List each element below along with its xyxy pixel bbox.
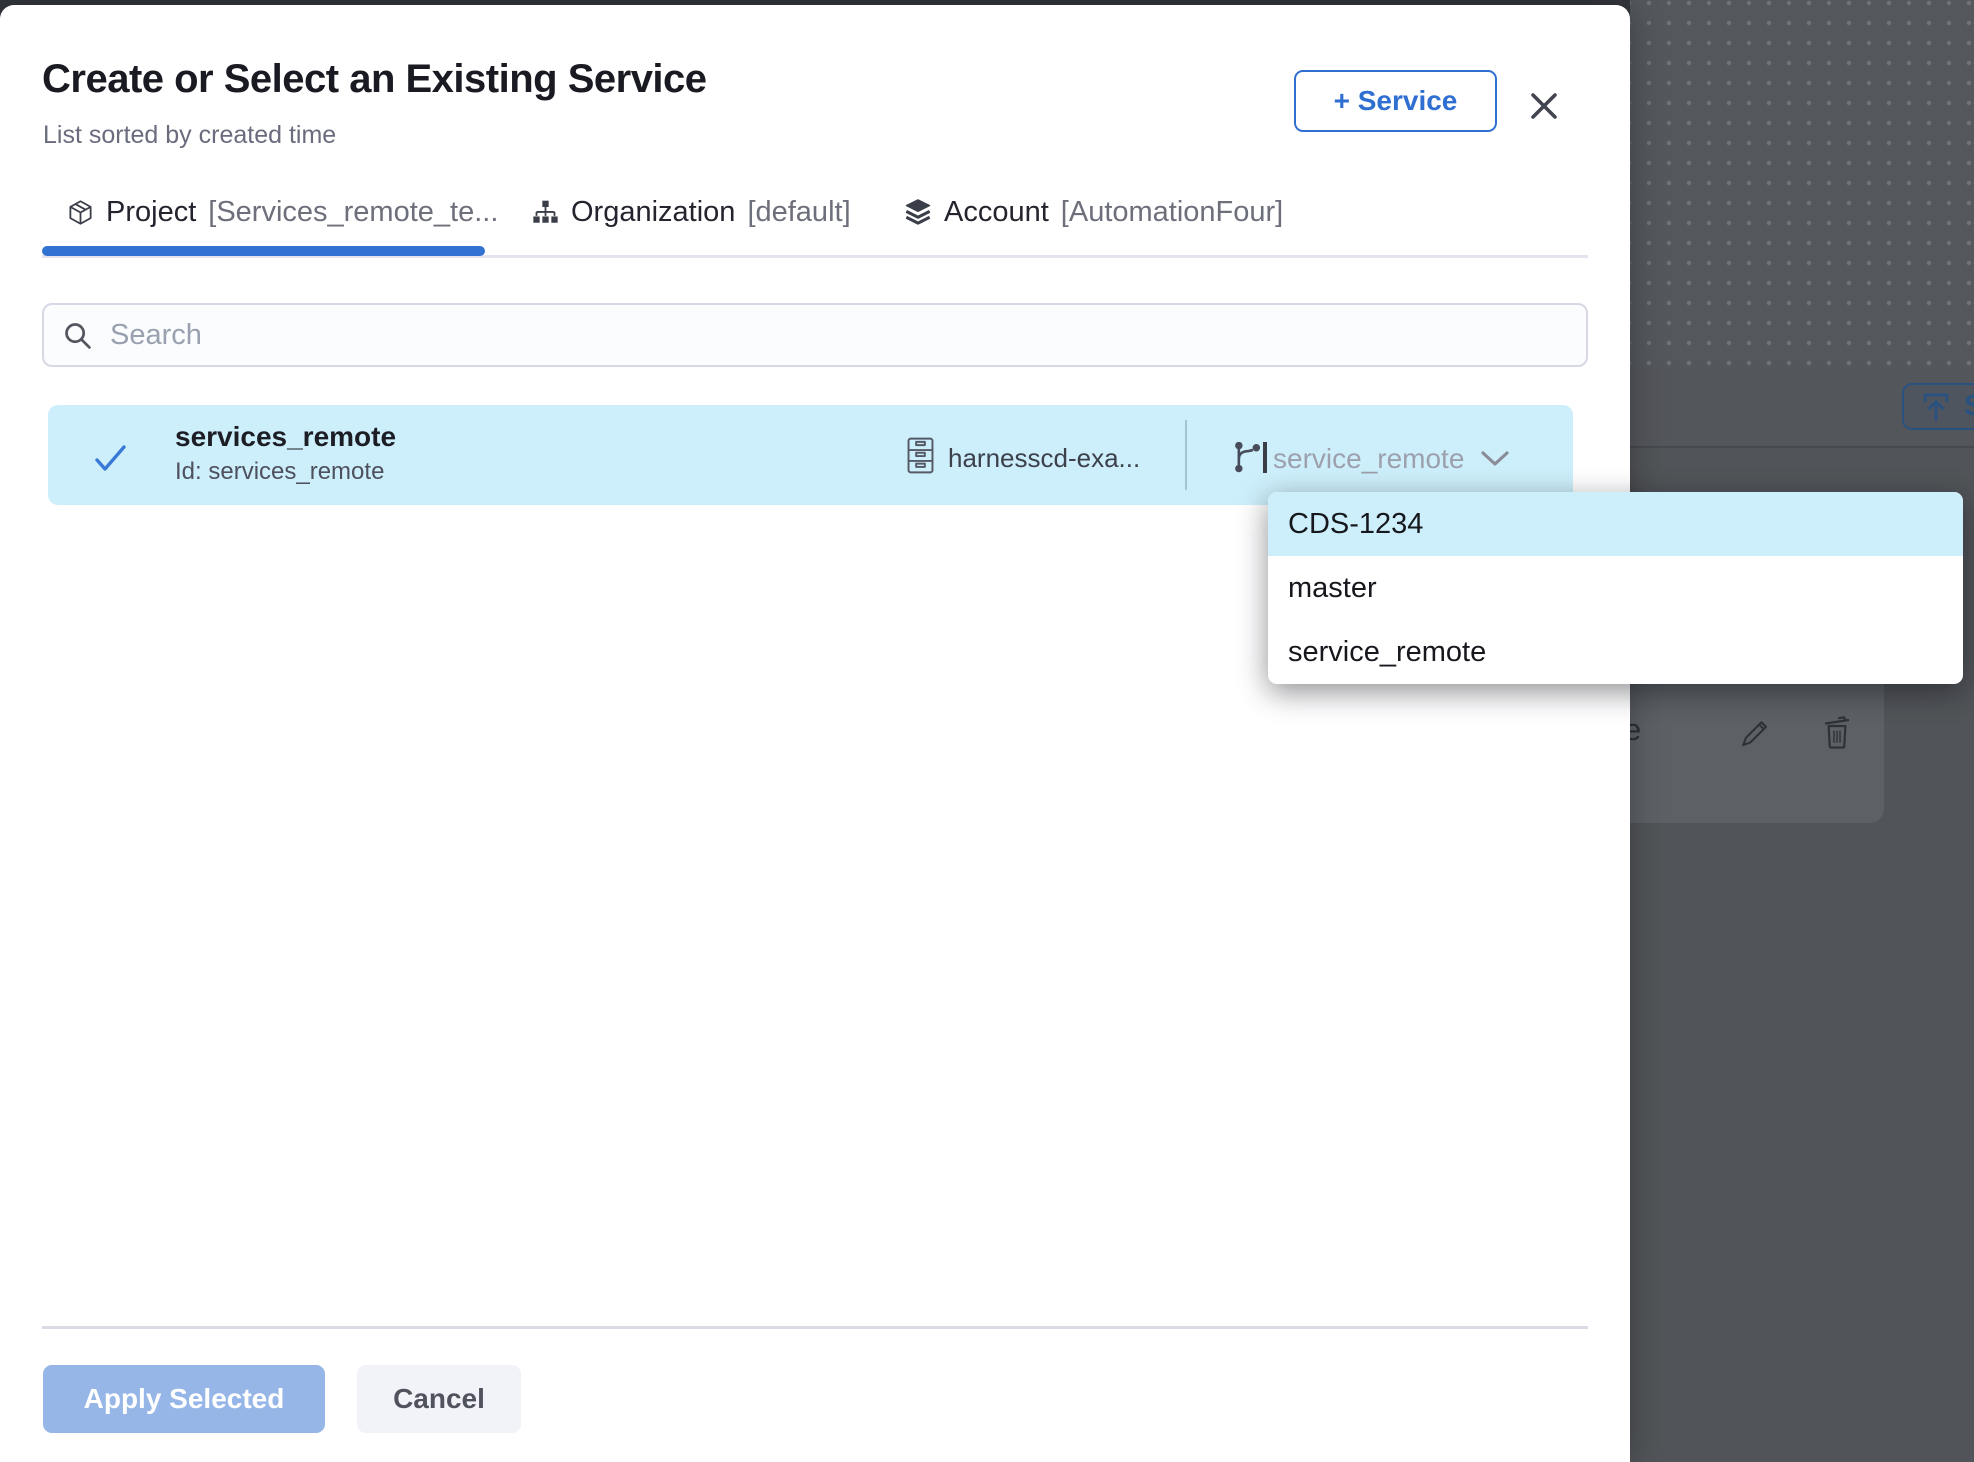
modal-title: Create or Select an Existing Service	[42, 57, 707, 102]
search-input[interactable]: Search	[42, 303, 1588, 367]
text-caret	[1263, 442, 1267, 473]
cancel-label: Cancel	[393, 1383, 485, 1414]
cube-icon	[67, 199, 94, 226]
row-divider	[1185, 420, 1187, 490]
active-tab-underline	[42, 246, 485, 256]
branch-option-cds-1234[interactable]: CDS-1234	[1268, 492, 1963, 556]
save-button-label: S	[1964, 390, 1974, 423]
delete-trash-icon[interactable]	[1820, 714, 1854, 750]
tab-account[interactable]: Account [AutomationFour]	[904, 186, 1283, 238]
close-button[interactable]	[1521, 83, 1567, 129]
add-service-button-label: + Service	[1334, 85, 1458, 117]
apply-selected-button[interactable]: Apply Selected	[43, 1365, 325, 1433]
service-id: Id: services_remote	[175, 458, 384, 486]
tab-project[interactable]: Project [Services_remote_te...	[67, 186, 498, 238]
tab-account-label: Account	[944, 196, 1049, 229]
layers-icon	[904, 198, 932, 226]
service-row-services-remote[interactable]: services_remote Id: services_remote harn…	[48, 405, 1573, 505]
tab-organization-scope: [default]	[747, 196, 850, 229]
save-button[interactable]: S	[1902, 383, 1974, 430]
tab-organization-label: Organization	[571, 196, 735, 229]
service-name: services_remote	[175, 421, 396, 453]
git-branch-icon	[1231, 439, 1262, 474]
cancel-button[interactable]: Cancel	[357, 1365, 521, 1433]
modal-subtitle: List sorted by created time	[43, 121, 336, 150]
repository-name: harnesscd-exa...	[948, 443, 1140, 474]
branch-option-service-remote[interactable]: service_remote	[1268, 620, 1963, 684]
selected-check-icon	[94, 444, 127, 473]
background-card-text: e	[1630, 712, 1641, 748]
repository-icon	[906, 437, 935, 474]
org-chart-icon	[532, 199, 559, 226]
apply-selected-label: Apply Selected	[84, 1383, 285, 1414]
branch-select-value[interactable]: service_remote	[1273, 443, 1464, 475]
background-canvas: S e	[1630, 0, 1974, 1462]
canvas-toolbar: S	[1630, 367, 1974, 448]
tab-project-label: Project	[106, 196, 196, 229]
footer-divider	[42, 1326, 1588, 1329]
search-icon	[62, 320, 93, 351]
edit-pencil-icon[interactable]	[1738, 716, 1770, 748]
close-icon	[1527, 89, 1561, 123]
branch-dropdown-menu: CDS-1234 master service_remote	[1268, 492, 1963, 684]
add-service-button[interactable]: + Service	[1294, 70, 1497, 132]
chevron-down-icon[interactable]	[1480, 450, 1510, 468]
branch-option-master[interactable]: master	[1268, 556, 1963, 620]
canvas-dot-grid	[1630, 0, 1974, 367]
scope-tabs: Project [Services_remote_te... Organizat…	[0, 186, 1630, 262]
tab-project-scope: [Services_remote_te...	[208, 196, 498, 229]
upload-icon	[1920, 391, 1952, 423]
tab-account-scope: [AutomationFour]	[1061, 196, 1283, 229]
search-placeholder: Search	[110, 319, 202, 352]
tab-organization[interactable]: Organization [default]	[532, 186, 851, 238]
create-select-service-modal: Create or Select an Existing Service Lis…	[0, 5, 1630, 1462]
